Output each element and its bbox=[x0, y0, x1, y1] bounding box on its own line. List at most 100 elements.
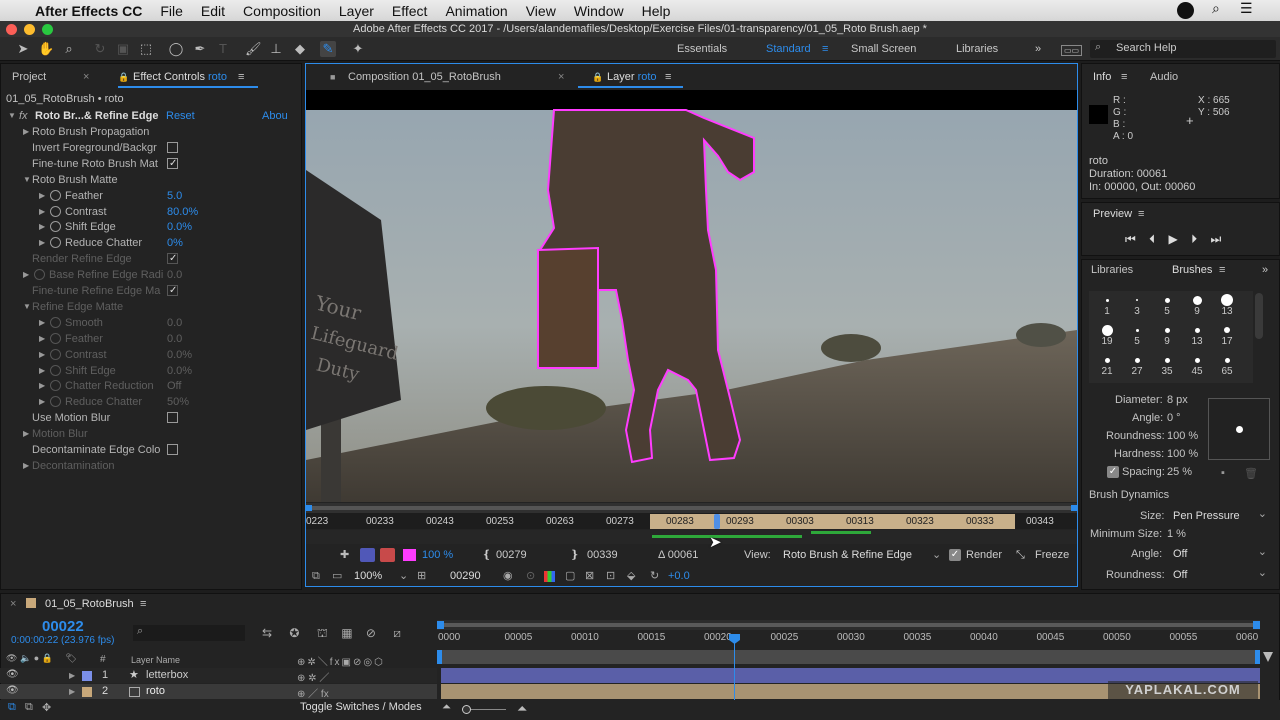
effect-row[interactable]: ▶ Reduce Chatter 0% bbox=[0, 235, 300, 251]
expand-triangle-icon[interactable]: ▶ bbox=[39, 219, 45, 235]
layer-lock-icon[interactable]: 🔒 bbox=[592, 67, 603, 87]
expand-triangle-icon[interactable]: ▶ bbox=[39, 363, 45, 379]
effect-row[interactable]: ▶ Shift Edge 0.0% bbox=[0, 219, 300, 235]
size-dropdown[interactable]: Pen Pressure bbox=[1173, 507, 1267, 522]
timeline-search-field[interactable]: ⌕ bbox=[133, 625, 245, 641]
tab-layer[interactable]: Layer roto bbox=[607, 67, 657, 87]
brush-tip[interactable]: 13 bbox=[1185, 324, 1209, 347]
search-help-field[interactable]: ⌕ Search Help bbox=[1090, 40, 1276, 58]
layer-2-switches[interactable]: ⊕ ／ fx bbox=[297, 685, 329, 700]
menu-animation[interactable]: Animation bbox=[436, 3, 516, 19]
work-area-strip[interactable] bbox=[437, 650, 1260, 664]
effect-row-value[interactable]: 0.0% bbox=[167, 363, 192, 379]
effect-row[interactable]: Use Motion Blur bbox=[0, 410, 300, 426]
effect-row[interactable]: ▶ Base Refine Edge Radi 0.0 bbox=[0, 267, 300, 283]
effect-row-value[interactable]: 0.0 bbox=[167, 315, 182, 331]
effect-row[interactable]: ▶ Motion Blur bbox=[0, 426, 300, 442]
close-window-button[interactable] bbox=[6, 24, 17, 35]
layer-2-visibility-icon[interactable]: 👁 bbox=[6, 685, 19, 696]
menu-file[interactable]: File bbox=[151, 3, 192, 19]
tab-brushes[interactable]: Brushes bbox=[1172, 260, 1212, 280]
brush-tip[interactable]: 3 bbox=[1125, 294, 1149, 317]
brush-tip[interactable]: 21 bbox=[1095, 354, 1119, 377]
brush-tool-icon[interactable]: 🖌 bbox=[245, 41, 262, 57]
roto-brush-tool-icon[interactable]: ✎ bbox=[320, 41, 336, 57]
stopwatch-icon[interactable] bbox=[50, 221, 61, 233]
exposure-value[interactable]: +0.0 bbox=[668, 566, 690, 586]
comp-flowchart-icon[interactable]: ⇆ bbox=[262, 626, 272, 640]
menu-view[interactable]: View bbox=[517, 3, 565, 19]
layer-frame[interactable]: Your Lifeguard Duty bbox=[306, 90, 1077, 502]
effect-row[interactable]: Invert Foreground/Backgr bbox=[0, 140, 300, 156]
tab-audio[interactable]: Audio bbox=[1150, 67, 1178, 87]
ellipse-tool-icon[interactable]: ◯ bbox=[168, 41, 184, 57]
zoom-window-button[interactable] bbox=[42, 24, 53, 35]
creative-cloud-icon[interactable] bbox=[1177, 2, 1194, 19]
shy-layers-icon[interactable]: ⛫ bbox=[317, 626, 328, 640]
viewer-scroll-track[interactable] bbox=[306, 503, 1077, 513]
first-frame-icon[interactable]: ⏮ bbox=[1125, 232, 1136, 246]
brush-grid-scrollbar[interactable] bbox=[1255, 293, 1263, 339]
next-frame-icon[interactable]: ⏵ bbox=[1191, 232, 1197, 246]
stopwatch-icon[interactable] bbox=[34, 269, 45, 281]
brush-tip[interactable]: 9 bbox=[1155, 324, 1179, 347]
menu-edit[interactable]: Edit bbox=[192, 3, 234, 19]
time-zoom-slider[interactable] bbox=[462, 705, 506, 714]
magnification-dropdown[interactable]: 100% bbox=[354, 566, 382, 586]
zoom-in-icon[interactable]: ⏶ bbox=[517, 701, 527, 717]
effect-row[interactable]: ▼ Refine Edge Matte bbox=[0, 299, 300, 315]
collapse-triangle-icon[interactable]: ▼ bbox=[23, 172, 31, 188]
tab-effect-controls[interactable]: Effect Controls roto bbox=[133, 67, 227, 87]
brushes-menu-icon[interactable]: ≡ bbox=[1219, 260, 1225, 280]
lock-switch-icon[interactable]: 🔒 bbox=[42, 653, 53, 663]
video-switch-icon[interactable]: 👁 bbox=[6, 653, 17, 663]
apple-logo-icon[interactable] bbox=[0, 0, 20, 21]
menu-layer[interactable]: Layer bbox=[330, 3, 383, 19]
transparency-grid-icon[interactable]: ⊠ bbox=[585, 566, 594, 586]
stopwatch-icon[interactable] bbox=[50, 237, 61, 249]
expand-triangle-icon[interactable]: ▶ bbox=[39, 315, 45, 331]
roto-show-foreground-icon[interactable] bbox=[360, 548, 375, 562]
effect-row[interactable]: ▶ Reduce Chatter 50% bbox=[0, 394, 300, 410]
snapshot-icon[interactable]: ◉ bbox=[503, 566, 513, 586]
safe-zones-icon[interactable]: ⊞ bbox=[417, 566, 426, 586]
tab-composition[interactable]: Composition 01_05_RotoBrush bbox=[348, 67, 501, 87]
effect-row[interactable]: ▶ Decontamination bbox=[0, 458, 300, 474]
stopwatch-icon[interactable] bbox=[50, 189, 61, 201]
new-brush-icon[interactable]: ▪ bbox=[1221, 467, 1225, 479]
effect-row[interactable]: Render Refine Edge bbox=[0, 251, 300, 267]
effect-reset-link[interactable]: Reset bbox=[166, 108, 195, 124]
graph-editor-icon[interactable]: ⧄ bbox=[393, 626, 401, 640]
menu-effect[interactable]: Effect bbox=[383, 3, 437, 19]
expand-triangle-icon[interactable]: ▶ bbox=[39, 331, 45, 347]
view-dropdown[interactable]: Roto Brush & Refine Edge bbox=[783, 545, 912, 565]
render-checkbox[interactable]: ✓ bbox=[949, 549, 961, 561]
collapse-triangle-icon[interactable]: ▼ bbox=[23, 299, 31, 315]
effect-row[interactable]: ▶ Smooth 0.0 bbox=[0, 315, 300, 331]
channel-icon[interactable] bbox=[544, 571, 555, 582]
brush-tip[interactable]: 19 bbox=[1095, 324, 1119, 347]
app-menu[interactable]: After Effects CC bbox=[31, 3, 151, 19]
rotate-tool-icon[interactable]: ↻ bbox=[92, 41, 108, 57]
expand-triangle-icon[interactable]: ▶ bbox=[39, 394, 45, 410]
freeze-icon[interactable]: ⤡ bbox=[1016, 545, 1025, 565]
expand-triangle-icon[interactable]: ▶ bbox=[23, 124, 29, 140]
effect-row[interactable]: Fine-tune Roto Brush Mat bbox=[0, 156, 300, 172]
tab-timeline[interactable]: 01_05_RotoBrush bbox=[45, 594, 134, 614]
roundness-value[interactable]: 100 % bbox=[1167, 430, 1198, 442]
workspace-small-screen[interactable]: Small Screen bbox=[851, 43, 916, 55]
effect-row[interactable]: ▶ Chatter Reduction Off bbox=[0, 378, 300, 394]
current-time-field[interactable]: 00290 bbox=[450, 566, 481, 586]
toggle-switches-modes[interactable]: Toggle Switches / Modes bbox=[300, 701, 422, 713]
effect-row[interactable]: ▶ Shift Edge 0.0% bbox=[0, 363, 300, 379]
effect-row-value[interactable]: 0.0 bbox=[167, 267, 182, 283]
brush-tip[interactable]: 13 bbox=[1215, 294, 1239, 317]
effect-row-value[interactable]: 80.0% bbox=[167, 204, 198, 220]
timeline-navigator[interactable] bbox=[437, 620, 1260, 630]
layer-row-2[interactable]: 👁 ▶ 2 roto ⊕ ／ fx bbox=[0, 684, 437, 700]
angle-value[interactable]: 0 ° bbox=[1167, 412, 1181, 424]
effect-row[interactable]: Decontaminate Edge Colo bbox=[0, 442, 300, 458]
overlay-opacity[interactable]: 100 % bbox=[422, 545, 453, 565]
preview-menu-icon[interactable]: ≡ bbox=[1138, 204, 1144, 224]
brushes-expand-icon[interactable]: » bbox=[1262, 260, 1268, 280]
